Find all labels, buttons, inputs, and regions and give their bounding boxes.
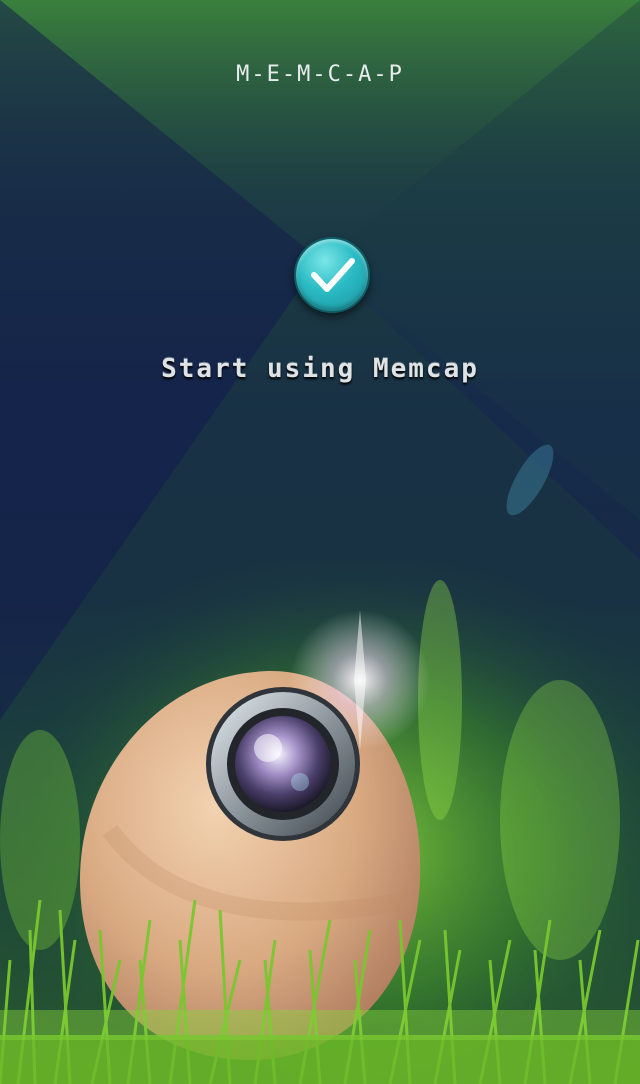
splash-screen: M-E-M-C-A-P Start using Memcap xyxy=(0,0,640,1084)
egg-camera-icon xyxy=(0,610,640,1084)
